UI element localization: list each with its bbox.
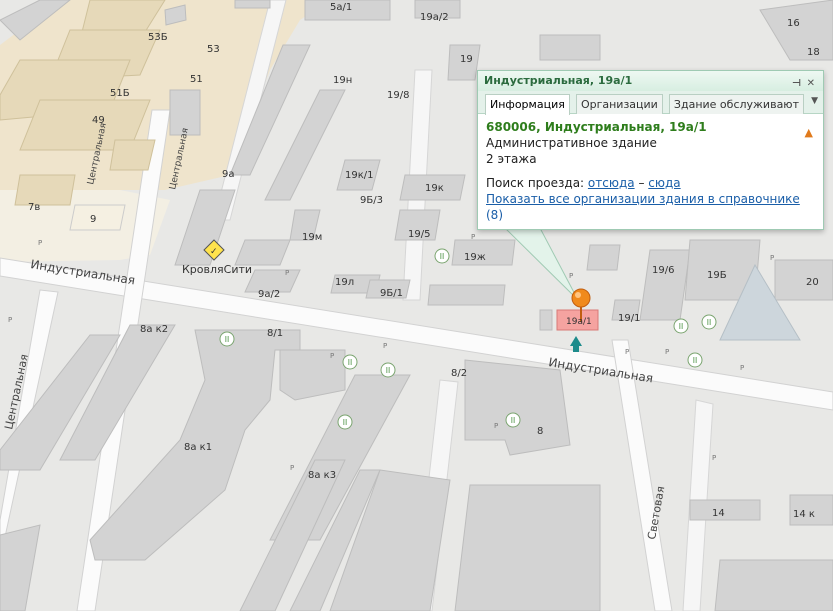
building-label: 19 <box>460 54 473 65</box>
parking-marker: Р <box>625 348 629 356</box>
building-label: 8а к2 <box>140 324 168 335</box>
building-label: 8а к1 <box>184 442 212 453</box>
building-label: 19л <box>335 277 354 288</box>
parking-marker: Р <box>8 316 12 324</box>
building-label: 16 <box>787 18 800 29</box>
svg-text:ll: ll <box>343 418 347 427</box>
building-label: 53 <box>207 44 220 55</box>
popup-tabs: Информация Организации Здание обслуживаю… <box>478 91 823 115</box>
building-label: 20 <box>806 277 819 288</box>
popup-title: Индустриальная, 19а/1 <box>484 74 633 87</box>
building-label: 9а/2 <box>258 289 280 300</box>
building-info-popup[interactable]: Индустриальная, 19а/1 ⊣ ✕ Информация Орг… <box>477 70 824 230</box>
svg-text:ll: ll <box>440 252 444 261</box>
building-9 <box>69 204 126 231</box>
building-label: 14 <box>712 508 725 519</box>
orgs-count: (8) <box>486 208 503 222</box>
building-label: 8а к3 <box>308 470 336 481</box>
popup-header: Индустриальная, 19а/1 ⊣ ✕ <box>478 71 823 91</box>
building-label: 19ж <box>464 252 486 263</box>
parking-marker: Р <box>494 422 498 430</box>
building-label: 19а/2 <box>420 12 449 23</box>
building-label: 8 <box>537 426 543 437</box>
route-from-link[interactable]: отсюда <box>588 176 635 190</box>
svg-text:ll: ll <box>707 318 711 327</box>
building-label: 9 <box>90 214 96 225</box>
show-all-orgs: Показать все организации здания в справо… <box>486 191 815 223</box>
svg-text:ll: ll <box>386 366 390 375</box>
building-label: 5а/1 <box>330 2 352 13</box>
parking-marker: Р <box>665 348 669 356</box>
building-label: 19к <box>425 183 444 194</box>
building-label: 19Б <box>707 270 727 281</box>
building-label: 9Б/3 <box>360 195 383 206</box>
building-floors: 2 этажа <box>486 152 537 166</box>
building-label: 19/5 <box>408 229 430 240</box>
show-all-orgs-link[interactable]: Показать все организации здания в справо… <box>486 192 800 206</box>
poi-label-krovlyasiti[interactable]: КровляСити <box>182 263 252 276</box>
route-dash: – <box>638 176 645 190</box>
svg-text:ll: ll <box>348 358 352 367</box>
tabs-more-icon[interactable]: ▼ <box>811 96 818 106</box>
building-label: 19/8 <box>387 90 409 101</box>
building-label: 19/6 <box>652 265 674 276</box>
building-label: 19к/1 <box>345 170 374 181</box>
building-address: 680006, Индустриальная, 19а/1 <box>486 120 707 134</box>
tab-organizations[interactable]: Организации <box>575 94 663 114</box>
parking-marker: Р <box>770 254 774 262</box>
parking-marker: Р <box>330 352 334 360</box>
warning-icon[interactable]: ▲ <box>805 126 813 139</box>
svg-text:ll: ll <box>679 322 683 331</box>
parking-marker: Р <box>285 269 289 277</box>
building-label: 18 <box>807 47 820 58</box>
popup-body: 680006, Индустриальная, 19а/1 Администра… <box>478 114 823 228</box>
building-label: 51Б <box>110 88 130 99</box>
building-label: 8/2 <box>451 368 467 379</box>
building-label: 19м <box>302 232 322 243</box>
building-label: 51 <box>190 74 203 85</box>
parking-marker: Р <box>383 342 387 350</box>
svg-text:✓: ✓ <box>210 247 218 257</box>
building-label: 8/1 <box>267 328 283 339</box>
building-label: 9Б/1 <box>380 288 403 299</box>
route-label: Поиск проезда: <box>486 176 585 190</box>
building-label: 49 <box>92 115 105 126</box>
building-label: 19н <box>333 75 352 86</box>
svg-text:ll: ll <box>511 416 515 425</box>
route-search: Поиск проезда: отсюда – сюда <box>486 175 815 191</box>
svg-text:ll: ll <box>693 356 697 365</box>
building-label: 53Б <box>148 32 168 43</box>
route-to-link[interactable]: сюда <box>648 176 680 190</box>
parking-marker: Р <box>290 464 294 472</box>
tab-info[interactable]: Информация <box>485 94 570 115</box>
parking-marker: Р <box>740 364 744 372</box>
building-label: 14 к <box>793 509 815 520</box>
parking-marker: Р <box>471 233 475 241</box>
building-label: 19/1 <box>618 313 640 324</box>
parking-marker: Р <box>712 454 716 462</box>
parking-marker: Р <box>569 272 573 280</box>
building-type: Административное здание <box>486 136 657 150</box>
building-label: 19а/1 <box>566 317 592 327</box>
svg-text:ll: ll <box>225 335 229 344</box>
building-label: 9а <box>222 169 235 180</box>
parking-marker: Р <box>38 239 42 247</box>
tab-building-service[interactable]: Здание обслуживают <box>668 94 804 114</box>
building-label: 7в <box>28 202 40 213</box>
